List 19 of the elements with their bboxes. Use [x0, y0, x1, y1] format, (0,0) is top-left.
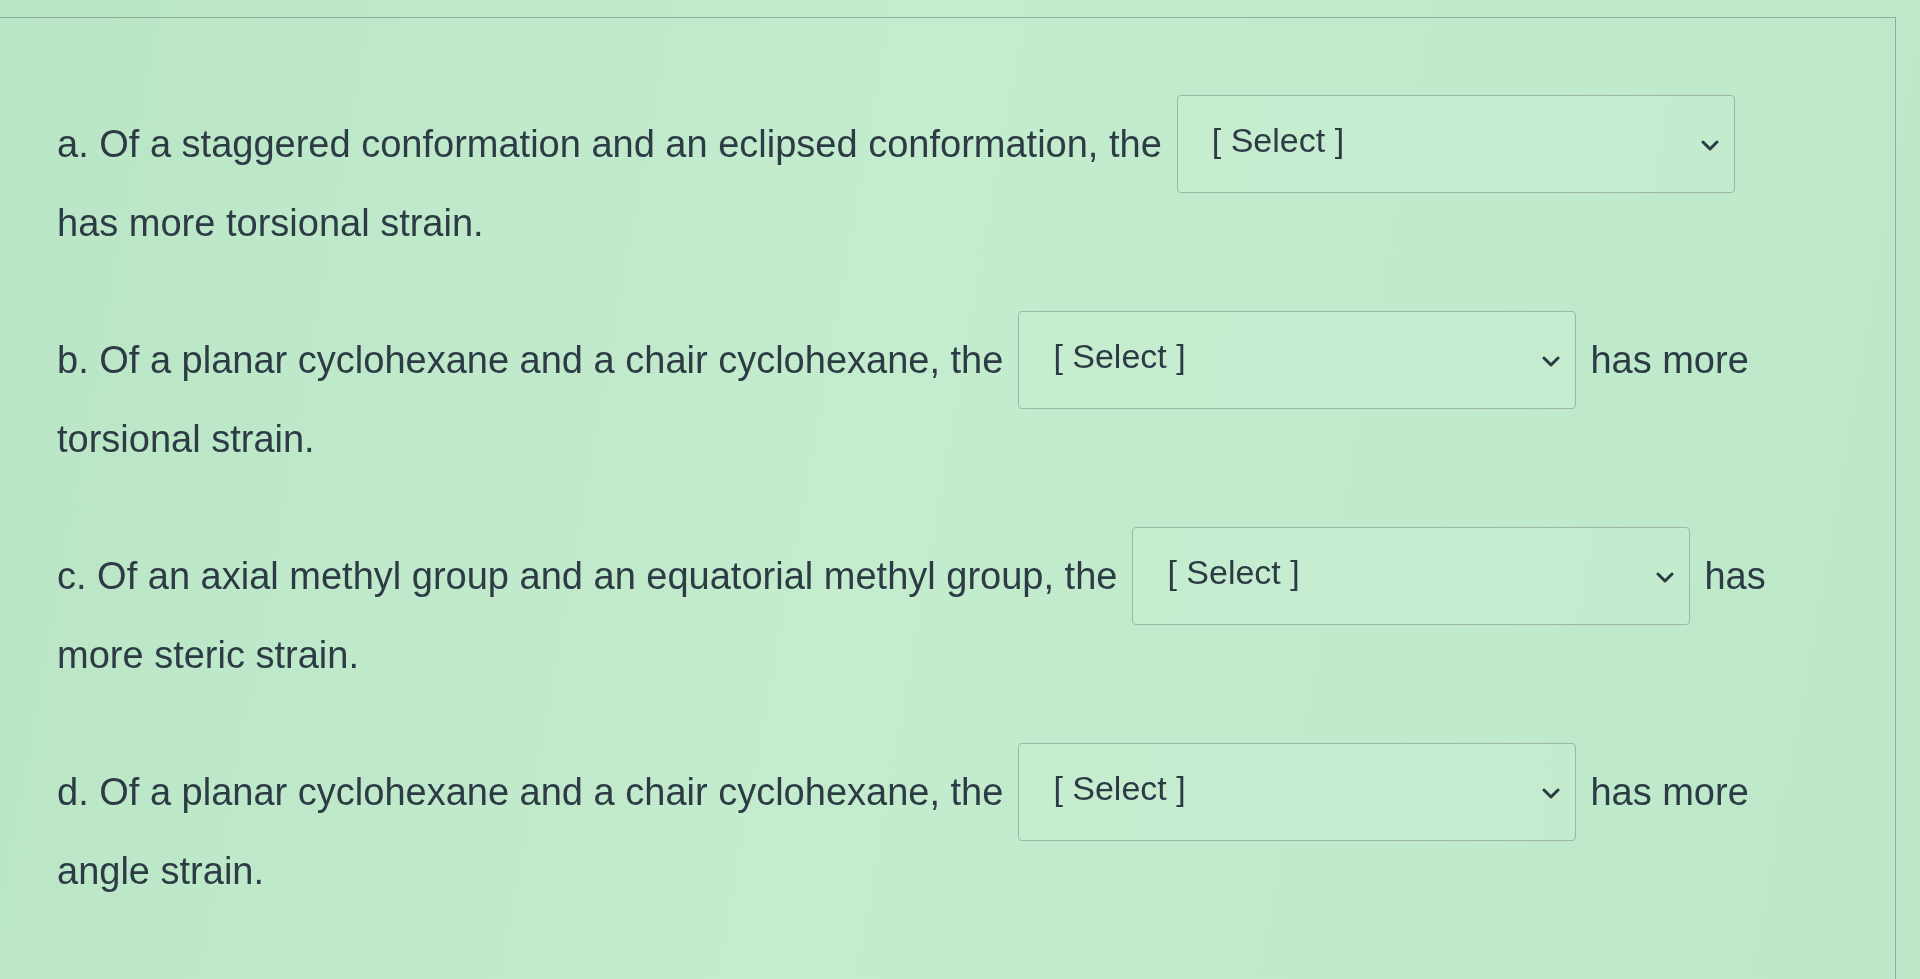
answer-dropdown[interactable]: [ Select ]: [1018, 311, 1577, 409]
question-text: has more: [1590, 771, 1749, 813]
question-text: b. Of a planar cyclohexane and a chair cyclohexane, the: [57, 339, 1004, 381]
question-text: angle strain.: [57, 850, 265, 892]
question-text: d. Of a planar cyclohexane and a chair cyclohexane, the: [57, 771, 1004, 813]
question-text: has more torsional strain.: [57, 202, 485, 244]
chevron-down-icon: [1700, 139, 1719, 151]
chevron-down-icon: [1542, 787, 1561, 799]
chevron-down-icon: [1542, 355, 1561, 367]
question-text: c. Of an axial methyl group and an equatorial methyl group, the: [57, 555, 1118, 597]
question-text: more steric strain.: [57, 634, 360, 676]
question-text: has more: [1590, 339, 1749, 381]
question-text: a. Of a staggered conformation and an eclipsed conformation, the: [57, 123, 1162, 165]
answer-dropdown[interactable]: [ Select ]: [1176, 95, 1735, 193]
answer-dropdown[interactable]: [ Select ]: [1018, 743, 1577, 841]
answer-dropdown[interactable]: [ Select ]: [1132, 527, 1691, 625]
question-text: has: [1704, 555, 1766, 597]
chevron-down-icon: [1656, 571, 1675, 583]
question-text: torsional strain.: [57, 418, 316, 460]
